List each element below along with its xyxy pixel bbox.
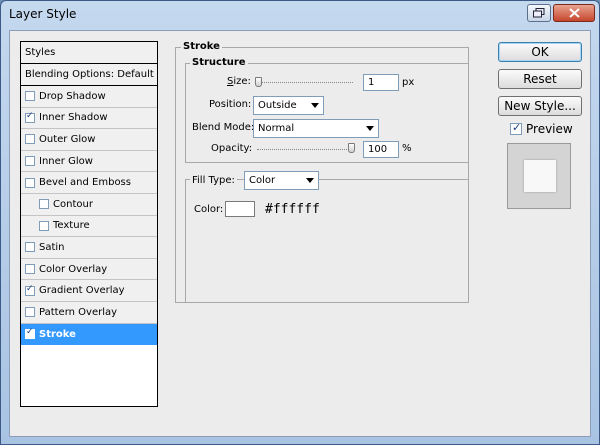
blend-mode-label: Blend Mode:	[192, 122, 255, 133]
styles-header[interactable]: Styles	[21, 42, 157, 64]
style-item-satin[interactable]: Satin	[21, 237, 157, 259]
blend-mode-value: Normal	[258, 123, 295, 134]
chevron-down-icon	[366, 126, 374, 131]
position-dropdown[interactable]: Outside	[253, 96, 324, 115]
style-checkbox[interactable]	[25, 264, 35, 275]
style-item-stroke[interactable]: Stroke	[21, 323, 157, 346]
ok-button[interactable]: OK	[498, 42, 582, 62]
fill-type-dropdown[interactable]: Color	[244, 171, 319, 190]
opacity-slider[interactable]	[257, 149, 355, 150]
style-checkbox[interactable]	[25, 134, 35, 145]
window-title: Layer Style	[9, 7, 77, 21]
style-item-label: Stroke	[39, 328, 76, 340]
size-unit: px	[402, 77, 415, 88]
style-checkbox[interactable]	[39, 220, 49, 231]
style-checkbox[interactable]	[25, 284, 35, 296]
style-item-label: Color Overlay	[39, 263, 108, 275]
style-item-pattern-overlay[interactable]: Pattern Overlay	[21, 301, 157, 324]
title-bar[interactable]: Layer Style	[1, 1, 599, 29]
style-item-label: Gradient Overlay	[39, 285, 125, 297]
size-slider-thumb[interactable]	[255, 77, 262, 87]
style-item-bevel-and-emboss[interactable]: Bevel and Emboss	[21, 172, 157, 194]
preview-label: Preview	[526, 122, 573, 136]
style-item-color-overlay[interactable]: Color Overlay	[21, 258, 157, 281]
color-hex: #ffffff	[265, 202, 320, 217]
style-checkbox[interactable]	[39, 199, 49, 210]
color-swatch[interactable]	[225, 201, 255, 217]
style-checkbox[interactable]	[25, 307, 35, 318]
style-checkbox[interactable]	[25, 242, 35, 253]
restore-button[interactable]	[527, 4, 551, 22]
style-item-label: Bevel and Emboss	[39, 177, 131, 189]
fill-group	[185, 179, 469, 303]
style-item-texture[interactable]: Texture	[21, 215, 157, 238]
close-icon	[568, 8, 580, 18]
structure-title: Structure	[190, 57, 248, 68]
style-item-outer-glow[interactable]: Outer Glow	[21, 129, 157, 151]
preview-swatch	[524, 160, 556, 192]
size-label-rest: ize:	[233, 76, 251, 87]
style-item-label: Inner Glow	[39, 155, 93, 167]
opacity-slider-thumb[interactable]	[348, 143, 355, 153]
close-button[interactable]	[553, 4, 595, 22]
style-item-label: Satin	[39, 241, 65, 253]
dialog-body: Styles Blending Options: Default Drop Sh…	[9, 30, 591, 437]
style-item-label: Contour	[53, 198, 93, 210]
position-value: Outside	[258, 100, 297, 111]
style-item-label: Inner Shadow	[39, 112, 108, 124]
opacity-input[interactable]: 100	[363, 141, 399, 158]
color-label: Color:	[194, 204, 224, 215]
blend-mode-dropdown[interactable]: Normal	[253, 119, 379, 138]
style-checkbox[interactable]	[25, 177, 35, 188]
fill-type-label: Fill Type:	[190, 175, 237, 186]
layer-style-dialog: Layer Style Styles Blending Options: Def…	[0, 0, 600, 445]
chevron-down-icon	[311, 103, 319, 108]
style-item-inner-shadow[interactable]: Inner Shadow	[21, 107, 157, 130]
reset-button[interactable]: Reset	[498, 69, 582, 89]
stroke-title: Stroke	[181, 41, 222, 52]
position-label: Position:	[209, 99, 252, 110]
opacity-unit: %	[402, 143, 412, 154]
style-item-label: Texture	[53, 220, 90, 232]
style-checkbox[interactable]	[25, 327, 35, 340]
chevron-down-icon	[306, 178, 314, 183]
opacity-label: Opacity:	[211, 143, 253, 154]
fill-type-value: Color	[249, 175, 276, 186]
style-item-gradient-overlay[interactable]: Gradient Overlay	[21, 280, 157, 302]
style-checkbox[interactable]	[25, 111, 35, 123]
blending-options-item[interactable]: Blending Options: Default	[21, 64, 157, 86]
style-checkbox[interactable]	[25, 91, 35, 102]
style-checkbox[interactable]	[25, 156, 35, 167]
restore-icon	[533, 8, 545, 18]
size-input[interactable]: 1	[363, 74, 399, 91]
style-item-label: Outer Glow	[39, 133, 96, 145]
preview-checkbox[interactable]: Preview	[510, 121, 573, 136]
size-slider[interactable]	[255, 82, 353, 83]
style-item-contour[interactable]: Contour	[21, 193, 157, 216]
style-item-inner-glow[interactable]: Inner Glow	[21, 150, 157, 173]
style-item-label: Pattern Overlay	[39, 306, 118, 318]
styles-list: Styles Blending Options: Default Drop Sh…	[20, 41, 158, 407]
size-label: Size:	[227, 76, 251, 87]
preview-checkbox-box[interactable]	[510, 121, 522, 135]
style-item-drop-shadow[interactable]: Drop Shadow	[21, 86, 157, 108]
style-item-label: Drop Shadow	[39, 90, 106, 102]
new-style-button[interactable]: New Style...	[498, 96, 582, 116]
preview-thumbnail	[507, 143, 571, 209]
